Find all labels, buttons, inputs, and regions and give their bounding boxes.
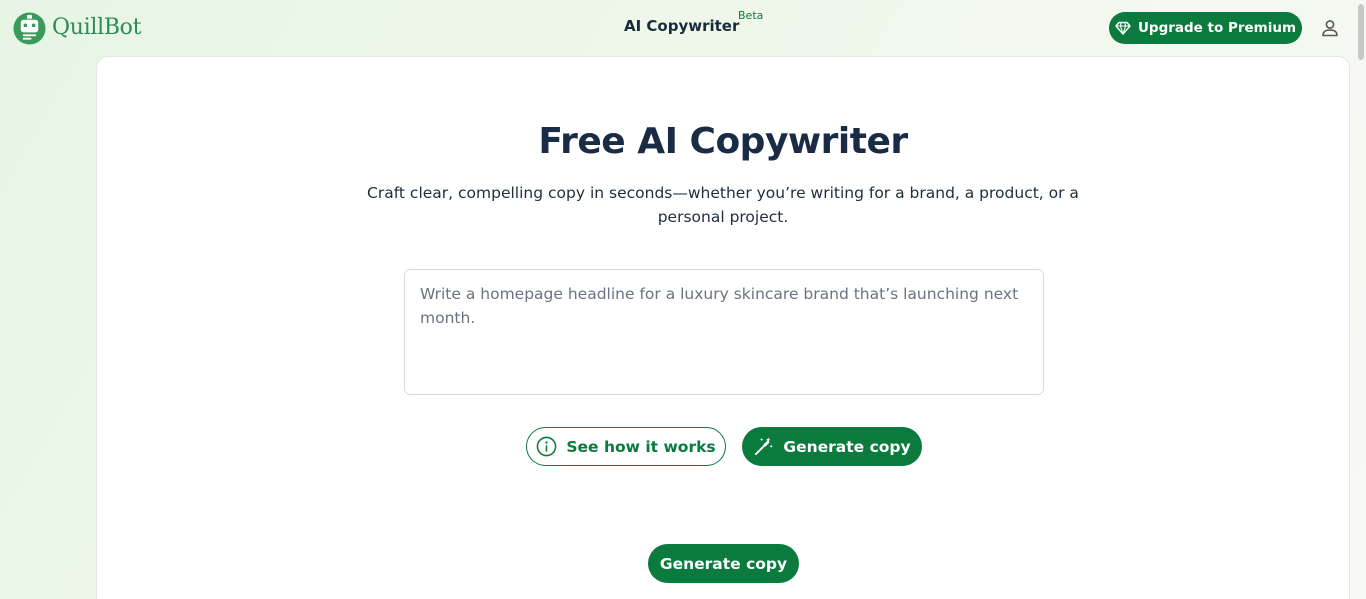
prompt-input[interactable] [404, 269, 1044, 395]
logo-text: QuillBot [52, 15, 142, 40]
magic-wand-icon [755, 437, 774, 456]
app-title: AI Copywriter [624, 17, 740, 35]
generate-copy-button[interactable]: Generate copy [742, 427, 922, 466]
generate-copy-secondary-button[interactable]: Generate copy [648, 544, 799, 583]
quillbot-logo[interactable]: QuillBot [13, 12, 141, 45]
diamond-icon [1115, 21, 1131, 35]
upgrade-to-premium-button[interactable]: Upgrade to Premium [1109, 12, 1302, 44]
info-icon [537, 436, 557, 457]
see-how-it-works-button[interactable]: See how it works [526, 427, 726, 466]
top-header: QuillBot AI Copywriter Beta Upgrade to P… [0, 0, 1366, 60]
quillbot-robot-icon [13, 12, 46, 45]
app-title-group: AI Copywriter Beta [624, 9, 763, 36]
main-card: Free AI Copywriter Craft clear, compelli… [96, 56, 1350, 599]
user-icon [1322, 20, 1338, 37]
upgrade-label: Upgrade to Premium [1137, 20, 1297, 36]
account-button[interactable] [1316, 14, 1344, 42]
page-title: Free AI Copywriter [538, 121, 908, 162]
generate-copy-secondary-label: Generate copy [659, 554, 788, 573]
page-subtitle: Craft clear, compelling copy in seconds—… [367, 184, 1079, 226]
scrollbar-thumb[interactable] [1358, 4, 1364, 60]
generate-copy-label: Generate copy [783, 437, 911, 456]
see-how-label: See how it works [566, 437, 716, 456]
beta-badge: Beta [738, 9, 764, 22]
